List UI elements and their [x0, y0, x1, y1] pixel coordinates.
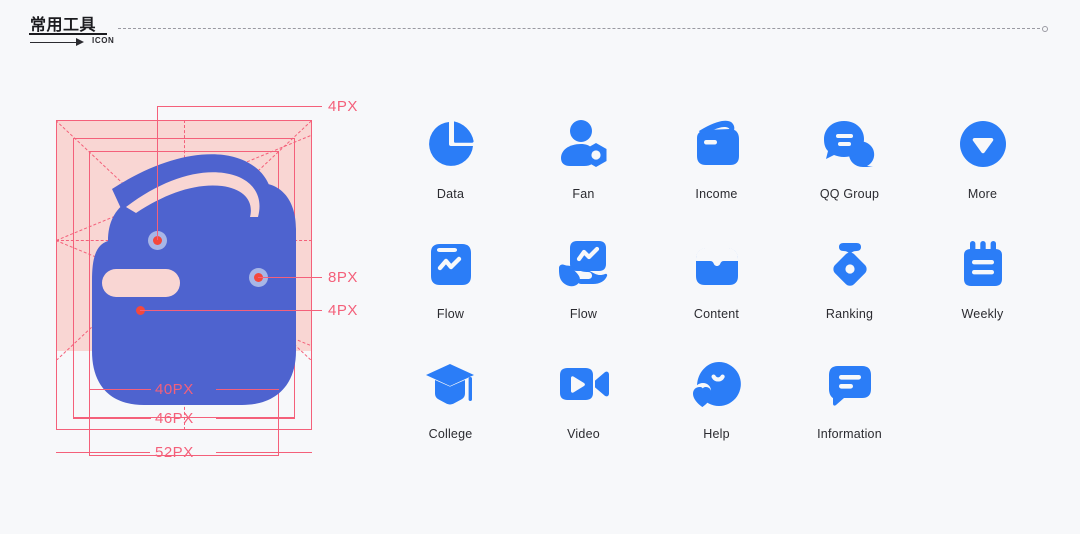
lead-4px-top-v: [157, 106, 158, 240]
income-wallet-icon[interactable]: [685, 112, 749, 176]
page-title: 常用工具: [30, 17, 97, 34]
icon-cell-qq-group[interactable]: QQ Group: [783, 112, 916, 232]
icon-label: Weekly: [961, 307, 1004, 321]
icon-cell-data[interactable]: Data: [384, 112, 517, 232]
dim-40-left: [89, 389, 151, 390]
icon-cell-flow-hand[interactable]: Flow: [517, 232, 650, 352]
icon-label: More: [967, 187, 998, 201]
weekly-notepad-icon[interactable]: [951, 232, 1015, 296]
icon-cell-flow-bag[interactable]: Flow: [384, 232, 517, 352]
dim-52-right: [216, 452, 312, 453]
icon-label: Information: [817, 427, 882, 441]
ranking-medal-icon[interactable]: [818, 232, 882, 296]
spec-label-4px-top: 4PX: [328, 98, 358, 115]
fan-person-gear-icon[interactable]: [552, 112, 616, 176]
spec-label-40px: 40PX: [155, 381, 194, 398]
dim-40-right: [216, 389, 279, 390]
icon-label: College: [428, 427, 473, 441]
icon-spec-diagram: 4PX 8PX 4PX 40PX 46PX 52PX: [0, 75, 400, 475]
dim-46-right: [216, 418, 295, 419]
content-inbox-icon[interactable]: [685, 232, 749, 296]
icon-label: Income: [695, 187, 738, 201]
icon-label: Video: [567, 427, 600, 441]
qq-group-chat-icon[interactable]: [818, 112, 882, 176]
icon-cell-more[interactable]: More: [916, 112, 1049, 232]
lead-8px-h: [258, 277, 322, 278]
icon-cell-help[interactable]: Help: [650, 352, 783, 472]
pie-chart-icon[interactable]: [419, 112, 483, 176]
arrow-right-icon: [30, 38, 85, 47]
icon-cell-content[interactable]: Content: [650, 232, 783, 352]
title-underline: [29, 33, 107, 35]
circle-marker-icon: [1042, 26, 1048, 32]
header-divider: [118, 28, 1040, 30]
information-bubble-icon[interactable]: [818, 352, 882, 416]
college-cap-icon[interactable]: [419, 352, 483, 416]
icon-cell-income[interactable]: Income: [650, 112, 783, 232]
lead-4px-top-h: [157, 106, 322, 107]
dim-46-left: [73, 418, 151, 419]
icon-label: Flow: [436, 307, 465, 321]
dim-52-left: [56, 452, 150, 453]
icon-cell-video[interactable]: Video: [517, 352, 650, 472]
icon-label: QQ Group: [819, 187, 880, 201]
icon-cell-fan[interactable]: Fan: [517, 112, 650, 232]
spec-label-52px: 52PX: [155, 444, 194, 461]
icon-label: Content: [693, 307, 740, 321]
page-header: 常用工具 ICON: [0, 0, 1080, 62]
icon-label: Data: [436, 187, 465, 201]
icon-label: Fan: [572, 187, 595, 201]
icon-label: Flow: [569, 307, 598, 321]
help-smiley-heart-icon[interactable]: [685, 352, 749, 416]
icon-grid-row: Data Fan Income QQ Group More: [384, 112, 1074, 232]
icon-grid-row: Flow Flow Content Ranking Weekly: [384, 232, 1074, 352]
icon-cell-information[interactable]: Information: [783, 352, 916, 472]
icon-cell-ranking[interactable]: Ranking: [783, 232, 916, 352]
icon-label: Help: [703, 427, 730, 441]
lead-4px-slot-h: [140, 310, 322, 311]
video-camera-icon[interactable]: [552, 352, 616, 416]
spec-label-8px: 8PX: [328, 269, 358, 286]
icon-label: Ranking: [825, 307, 874, 321]
icon-grid-row: College Video Help Information: [384, 352, 1074, 472]
spec-label-46px: 46PX: [155, 410, 194, 427]
flow-bag-chart-icon[interactable]: [419, 232, 483, 296]
icon-cell-college[interactable]: College: [384, 352, 517, 472]
more-chevron-circle-icon[interactable]: [951, 112, 1015, 176]
icon-cell-weekly[interactable]: Weekly: [916, 232, 1049, 352]
spec-label-4px-slot: 4PX: [328, 302, 358, 319]
spec-icon-artwork: [92, 154, 296, 405]
flow-hand-chart-icon[interactable]: [552, 232, 616, 296]
header-annotation: ICON: [92, 36, 115, 45]
icon-grid: Data Fan Income QQ Group More Flow Flow …: [384, 112, 1074, 472]
